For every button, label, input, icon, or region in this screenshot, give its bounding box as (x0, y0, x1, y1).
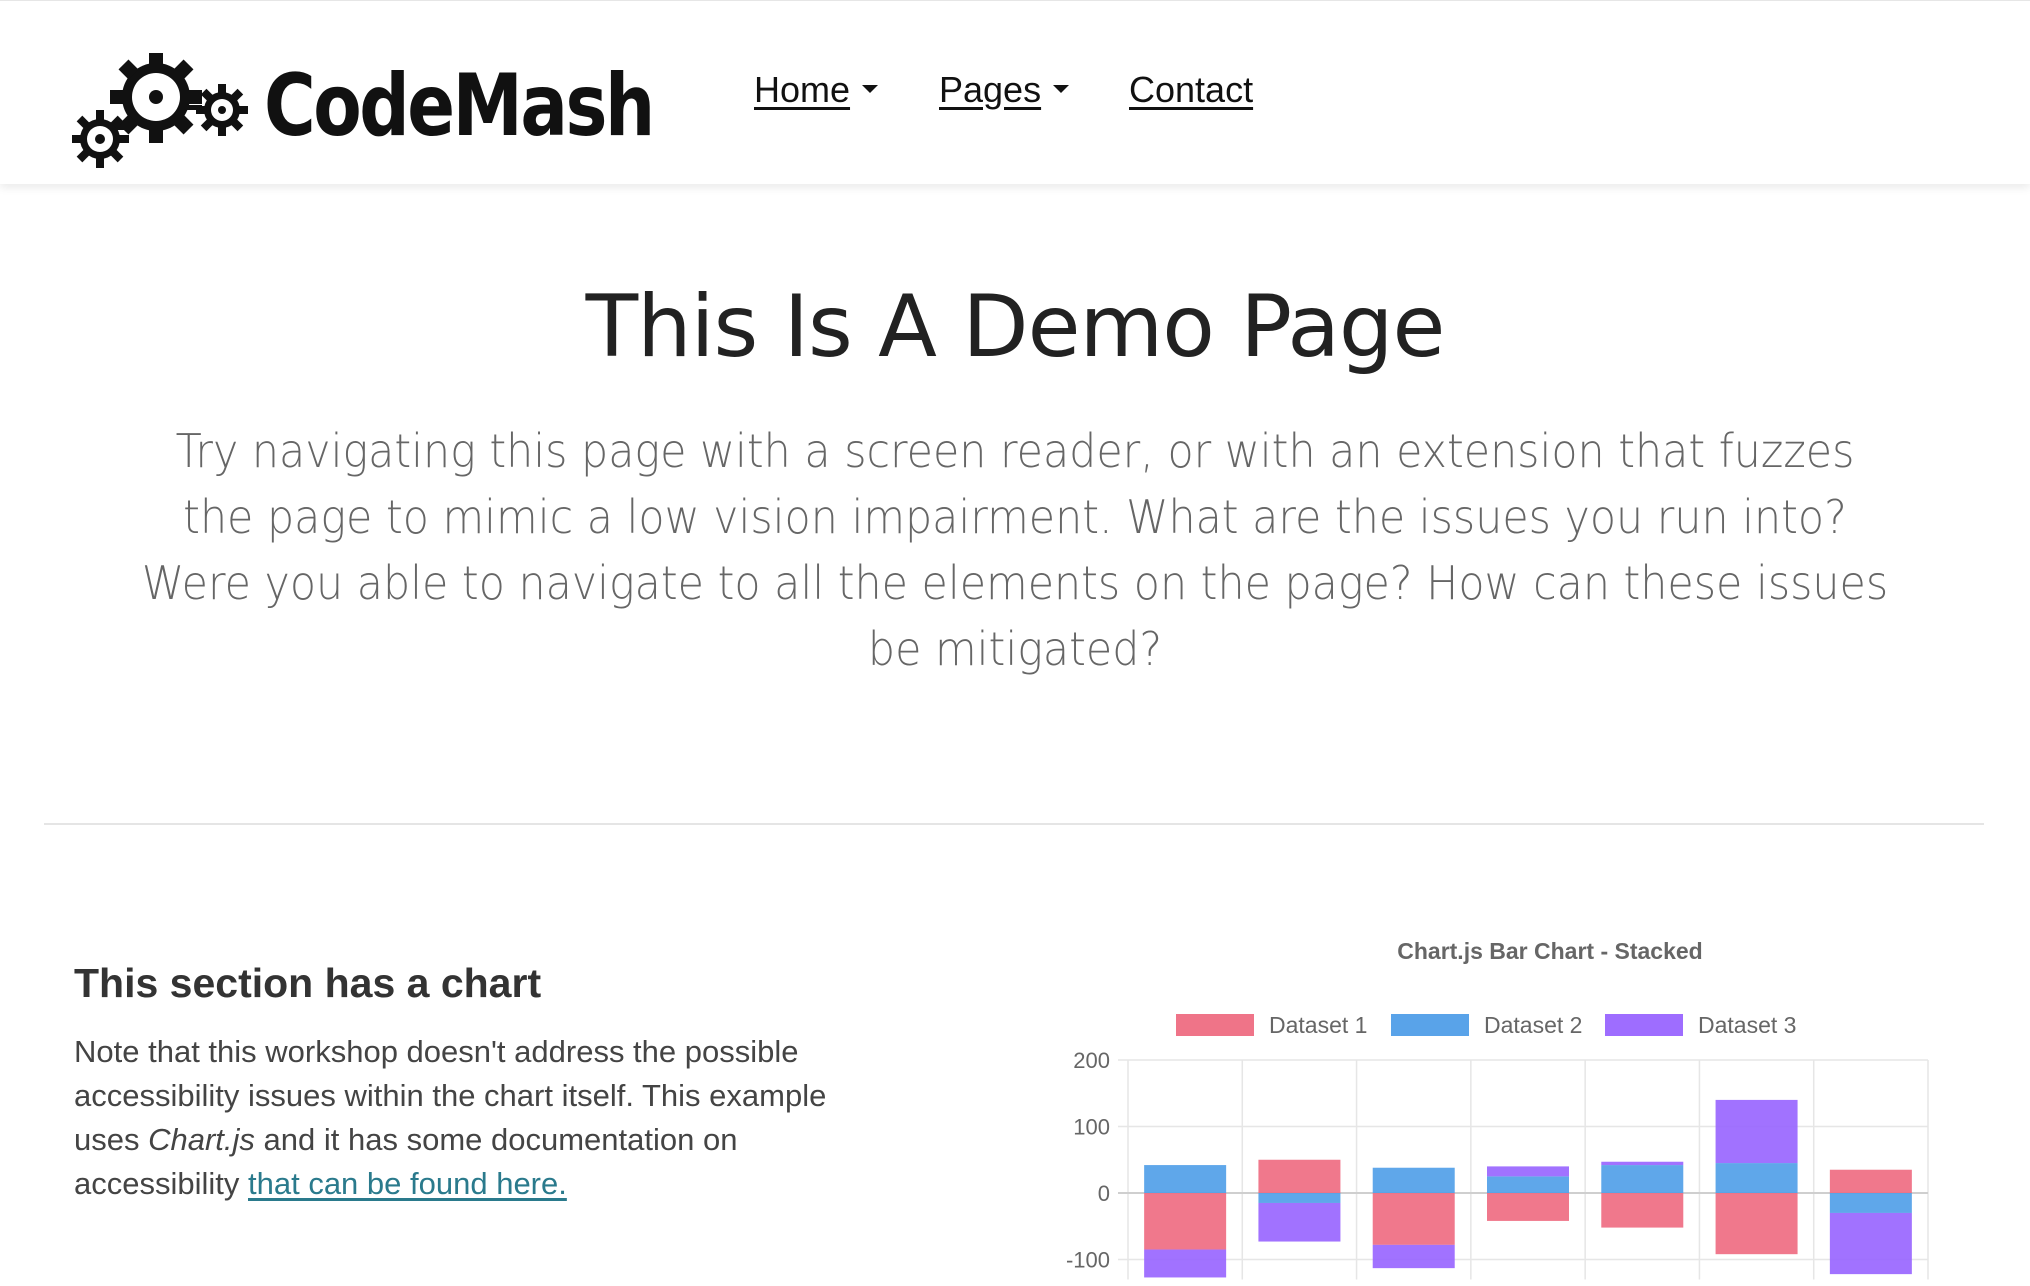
bar-segment (1601, 1165, 1684, 1193)
y-tick-label: 100 (1073, 1115, 1110, 1140)
bar-segment (1829, 1169, 1912, 1193)
caret-down-icon (1053, 85, 1070, 94)
legend-swatch (1603, 1012, 1685, 1038)
bar-segment (1144, 1193, 1227, 1250)
caret-down-icon (862, 85, 879, 94)
page-intro: Try navigating this page with a screen r… (141, 424, 1889, 676)
chart-container: Chart.js Bar Chart - Stacked Dataset 1 Dat… (1040, 930, 2000, 1286)
bar-segment (1829, 1212, 1912, 1275)
legend-label: Dataset 1 (1269, 1012, 1367, 1038)
y-tick-label: 0 (1098, 1181, 1110, 1206)
section-heading: This section has a chart (74, 960, 542, 1006)
bar-segment (1258, 1193, 1341, 1203)
chart-title: Chart.js Bar Chart - Stacked (1397, 938, 1702, 964)
gears-logo-icon (72, 53, 248, 168)
bar-segment (1601, 1193, 1684, 1228)
bar-segment (1715, 1163, 1798, 1193)
bar-segment (1144, 1249, 1227, 1278)
bar-segment (1715, 1193, 1798, 1255)
section-text: Note that this workshop doesn't address … (74, 1030, 834, 1206)
bar-segment (1258, 1202, 1341, 1242)
bar-segment (1601, 1161, 1684, 1166)
top-navbar: CodeMash Home Pages Contact (0, 0, 2030, 184)
bar-segment (1372, 1193, 1455, 1245)
legend-swatch (1389, 1012, 1471, 1038)
nav-pages-label: Pages (939, 69, 1042, 110)
bar-segment (1487, 1166, 1569, 1177)
bar-segment (1258, 1159, 1341, 1193)
nav-contact-label: Contact (1129, 69, 1254, 110)
bar-segment (1715, 1099, 1798, 1164)
bar-segment (1487, 1176, 1569, 1193)
logo[interactable]: CodeMash (72, 53, 655, 173)
legend-label: Dataset 3 (1698, 1012, 1796, 1038)
nav-home[interactable]: Home (754, 69, 879, 111)
bar-segment (1372, 1244, 1455, 1269)
accessibility-docs-link[interactable]: that can be found here. (248, 1166, 567, 1201)
bar-segment (1372, 1167, 1455, 1193)
nav-pages[interactable]: Pages (939, 69, 1070, 111)
stacked-bar-chart: Chart.js Bar Chart - Stacked Dataset 1 Dat… (1066, 938, 1929, 1280)
page-title: This Is A Demo Page (585, 277, 1446, 377)
chartjs-emphasis: Chart.js (148, 1122, 255, 1157)
legend-swatch (1174, 1012, 1256, 1038)
y-tick-label: 200 (1073, 1048, 1110, 1073)
bar-segment (1487, 1193, 1569, 1221)
y-tick-label: -100 (1066, 1248, 1110, 1273)
section-divider (44, 823, 1984, 825)
bar-segment (1144, 1165, 1227, 1193)
bar-segment (1829, 1193, 1912, 1213)
logo-text: CodeMash (264, 56, 655, 156)
nav-home-label: Home (754, 69, 851, 110)
legend-label: Dataset 2 (1484, 1012, 1582, 1038)
nav-contact[interactable]: Contact (1129, 69, 1253, 111)
